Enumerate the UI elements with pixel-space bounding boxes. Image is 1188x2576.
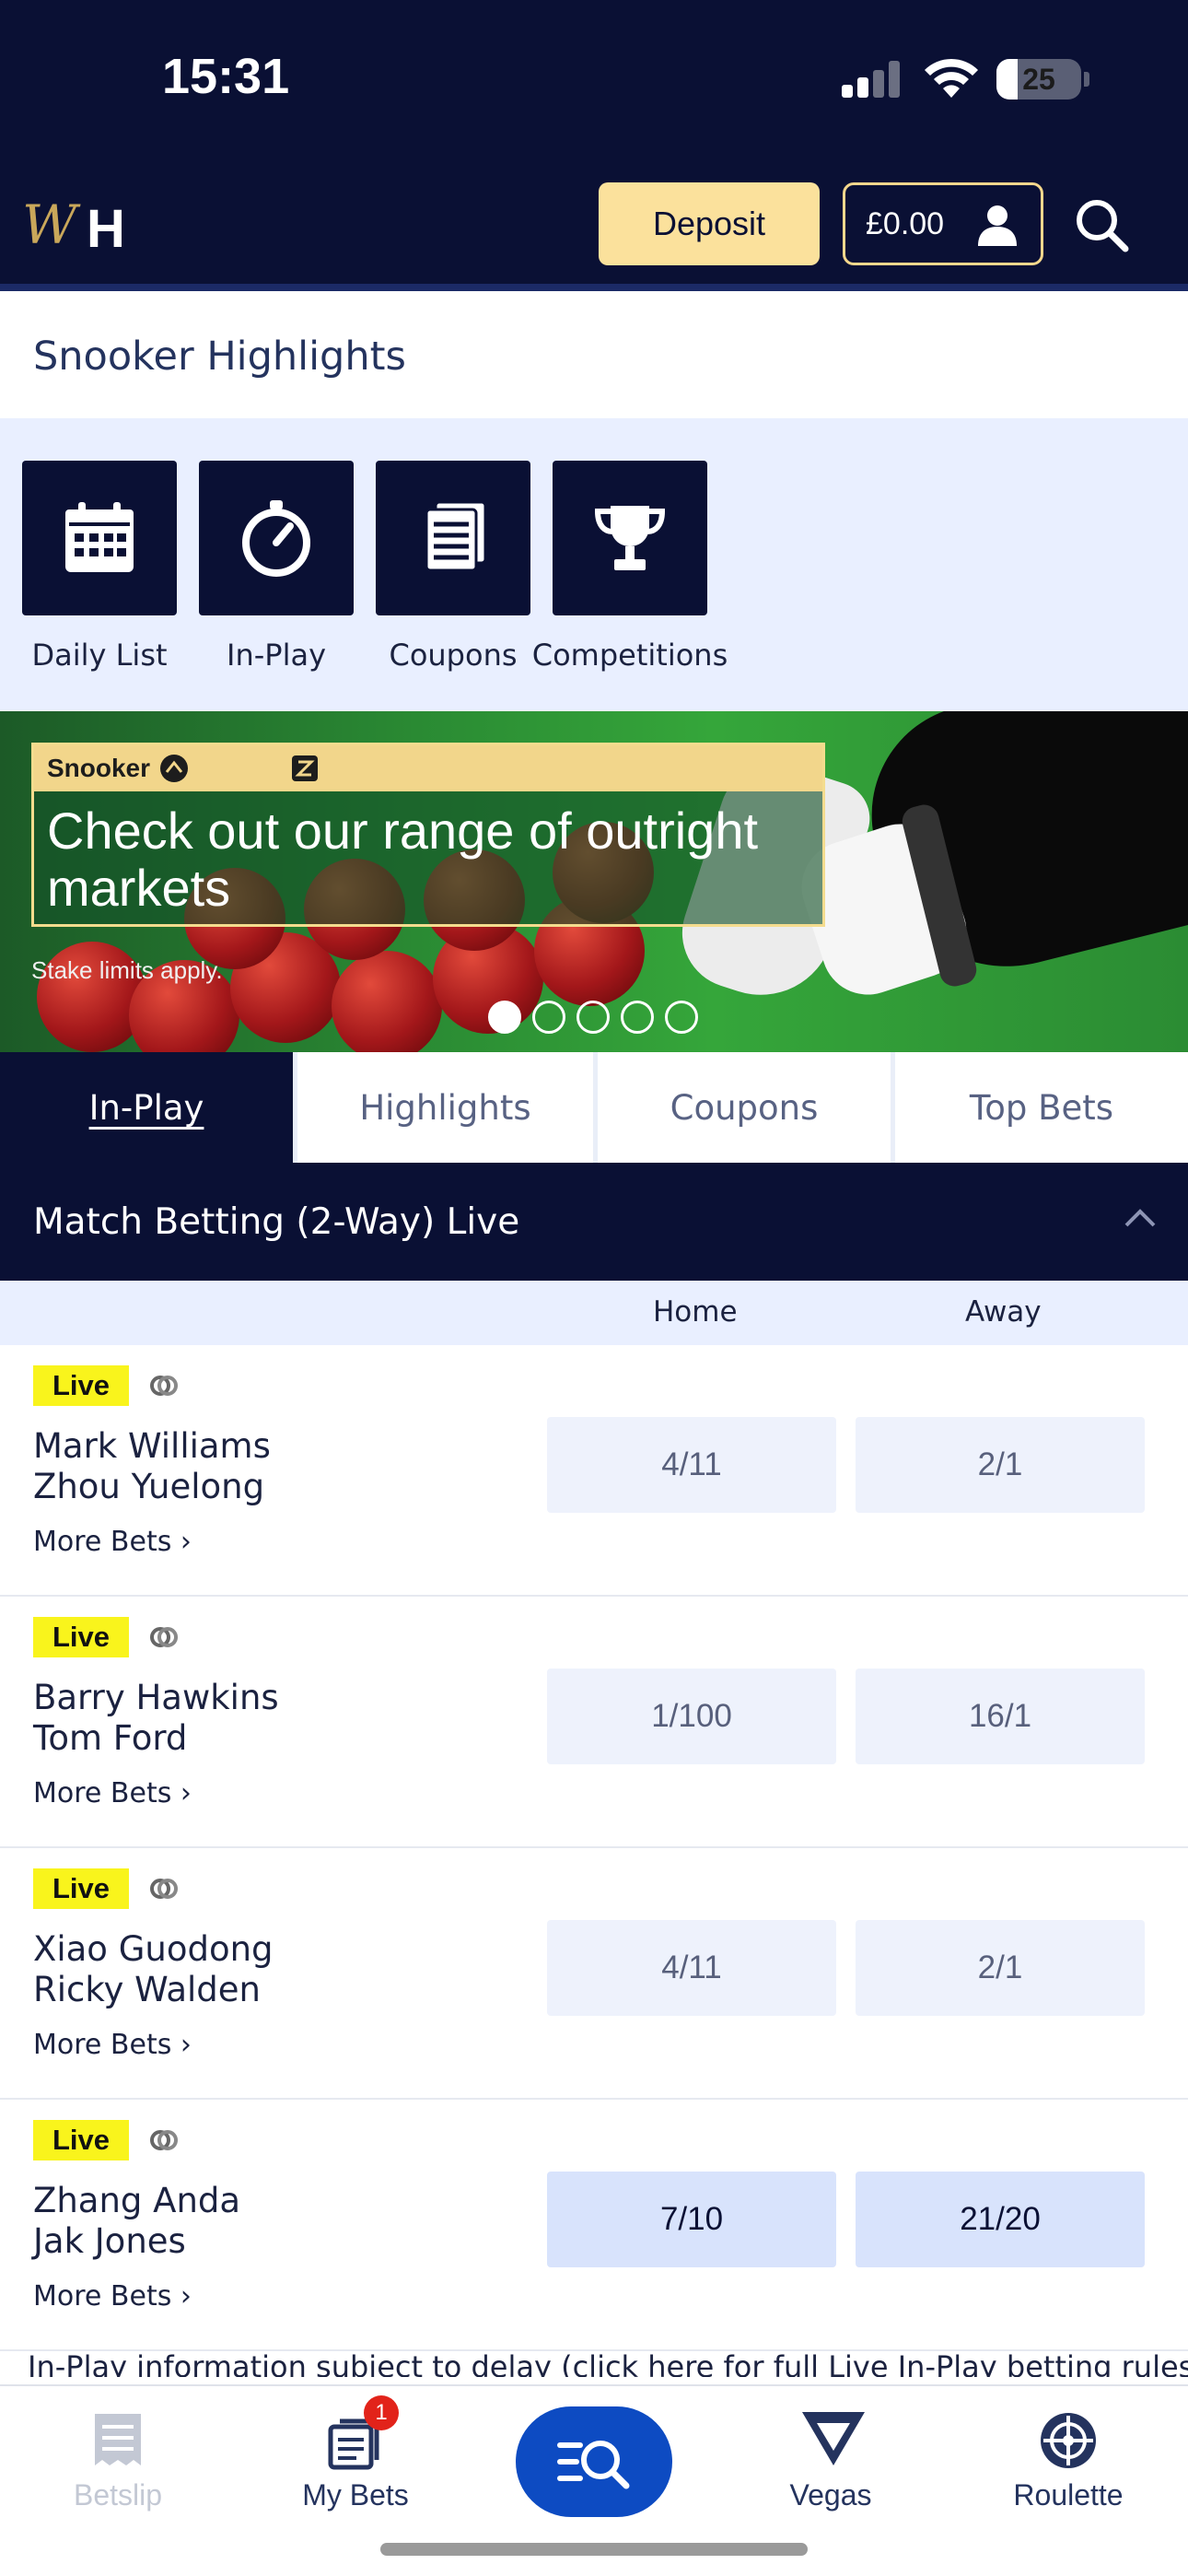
away-player: Tom Ford [33,1718,188,1758]
quick-link-label: Competitions [531,638,728,673]
carousel-dot[interactable] [532,1001,565,1034]
betslip-icon [95,2414,141,2465]
tab-coupons[interactable]: Coupons [593,1052,891,1163]
william-hill-mark-icon [160,755,189,782]
promo-card: Snooker Check out our range of outright … [31,743,825,927]
home-indicator [380,2543,808,2556]
odds-away-button[interactable]: 21/20 [856,2172,1145,2267]
carousel-dot[interactable] [665,1001,698,1034]
coupons-icon [425,500,487,572]
market-tabs: In-Play Highlights Coupons Top Bets [0,1052,1188,1163]
quick-links: Daily List In-Play Coupons Competitions [0,418,1188,711]
svg-text:H: H [87,199,125,258]
nav-roulette[interactable]: Roulette [976,2408,1160,2512]
home-player: Barry Hawkins [33,1678,279,1717]
wifi-icon [925,58,978,98]
promo-banner[interactable]: Snooker Check out our range of outright … [0,711,1188,1052]
home-player: Mark Williams [33,1426,271,1466]
quick-link-coupons[interactable]: Coupons [376,461,530,673]
tab-top-bets[interactable]: Top Bets [891,1052,1188,1163]
sponsor-logo-icon [292,755,319,781]
odds-column-headers: Home Away [0,1281,1188,1345]
page-title: Snooker Highlights [33,334,406,380]
vegas-icon [802,2412,865,2465]
nav-my-bets[interactable]: 1 My Bets [263,2395,448,2512]
tab-in-play[interactable]: In-Play [0,1052,293,1163]
odds-home-button[interactable]: 7/10 [547,2172,836,2267]
more-bets-link[interactable]: More Bets › [33,1526,192,1558]
odds-away-button[interactable]: 2/1 [856,1417,1145,1513]
more-bets-link[interactable]: More Bets › [33,1777,192,1809]
away-player: Zhou Yuelong [33,1467,265,1506]
more-bets-link[interactable]: More Bets › [33,2280,192,2313]
stake-disclaimer: Stake limits apply. [31,956,223,984]
account-balance-button[interactable]: £0.00 [843,182,1043,265]
search-list-icon [557,2441,630,2489]
away-player: Ricky Walden [33,1970,261,2009]
event-row: Live Xiao Guodong Ricky Walden More Bets… [0,1848,1188,2100]
carousel-dot[interactable] [621,1001,654,1034]
quick-link-daily-list[interactable]: Daily List [22,461,177,673]
search-list-button[interactable] [516,2406,672,2517]
event-row: Live Zhang Anda Jak Jones More Bets › 7/… [0,2100,1188,2351]
market-title: Match Betting (2-Way) Live [33,1200,520,1243]
quick-link-in-play[interactable]: In-Play [199,461,354,673]
odds-home-button[interactable]: 1/100 [547,1669,836,1764]
away-player: Jak Jones [33,2221,186,2261]
live-stream-icon [150,1879,178,1899]
live-badge: Live [33,1868,129,1909]
william-hill-logo[interactable]: W H [20,192,146,258]
home-player: Zhang Anda [33,2181,241,2220]
svg-text:W: W [22,193,81,256]
status-time: 15:31 [162,49,290,104]
roulette-icon [1041,2413,1096,2468]
app-header: 15:31 25 W H Deposit £0.00 [0,0,1188,291]
chevron-up-icon[interactable] [1124,1207,1157,1229]
home-player: Xiao Guodong [33,1929,274,1969]
battery-percent: 25 [1022,63,1055,96]
quick-link-competitions[interactable]: Competitions [532,461,728,673]
in-play-info-text[interactable]: In-Play information subject to delay (cl… [0,2340,1188,2377]
tab-highlights[interactable]: Highlights [293,1052,593,1163]
column-away: Away [965,1295,1042,1329]
carousel-dot[interactable] [577,1001,610,1034]
promo-tag: Snooker [47,754,151,782]
carousel-dot[interactable] [488,1001,521,1034]
nav-label: My Bets [302,2478,409,2512]
live-badge: Live [33,1365,129,1406]
bottom-navigation: Betslip 1 My Bets Vegas Roulette [0,2384,1188,2576]
live-stream-icon [150,1627,178,1647]
search-icon[interactable] [1072,195,1131,254]
odds-away-button[interactable]: 2/1 [856,1920,1145,2016]
in-play-info-label: In-Play information subject to delay (cl… [28,2349,1188,2377]
event-row: Live Mark Williams Zhou Yuelong More Bet… [0,1345,1188,1597]
my-bets-badge: 1 [364,2395,399,2430]
live-stream-icon [150,2130,178,2150]
nav-betslip[interactable]: Betslip [26,2408,210,2512]
market-header[interactable]: Match Betting (2-Way) Live [0,1163,1188,1281]
calendar-icon [65,502,134,572]
balance-amount: £0.00 [866,205,945,241]
battery-icon: 25 [996,59,1081,100]
stopwatch-icon [242,500,310,577]
odds-away-button[interactable]: 16/1 [856,1669,1145,1764]
live-stream-icon [150,1376,178,1396]
live-badge: Live [33,1617,129,1657]
nav-vegas[interactable]: Vegas [739,2408,923,2512]
promo-title: Check out our range of outright markets [47,802,759,917]
deposit-button[interactable]: Deposit [599,182,820,265]
cellular-signal-icon [842,57,903,98]
odds-home-button[interactable]: 4/11 [547,1417,836,1513]
odds-home-button[interactable]: 4/11 [547,1920,836,2016]
nav-label: Vegas [789,2478,872,2512]
live-badge: Live [33,2120,129,2160]
more-bets-link[interactable]: More Bets › [33,2029,192,2061]
column-home: Home [653,1295,738,1329]
event-row: Live Barry Hawkins Tom Ford More Bets › … [0,1597,1188,1848]
carousel-dots[interactable] [488,1001,698,1034]
nav-label: Betslip [73,2478,163,2512]
user-icon [978,205,1017,246]
nav-label: Roulette [1013,2478,1124,2512]
trophy-icon [594,506,666,570]
